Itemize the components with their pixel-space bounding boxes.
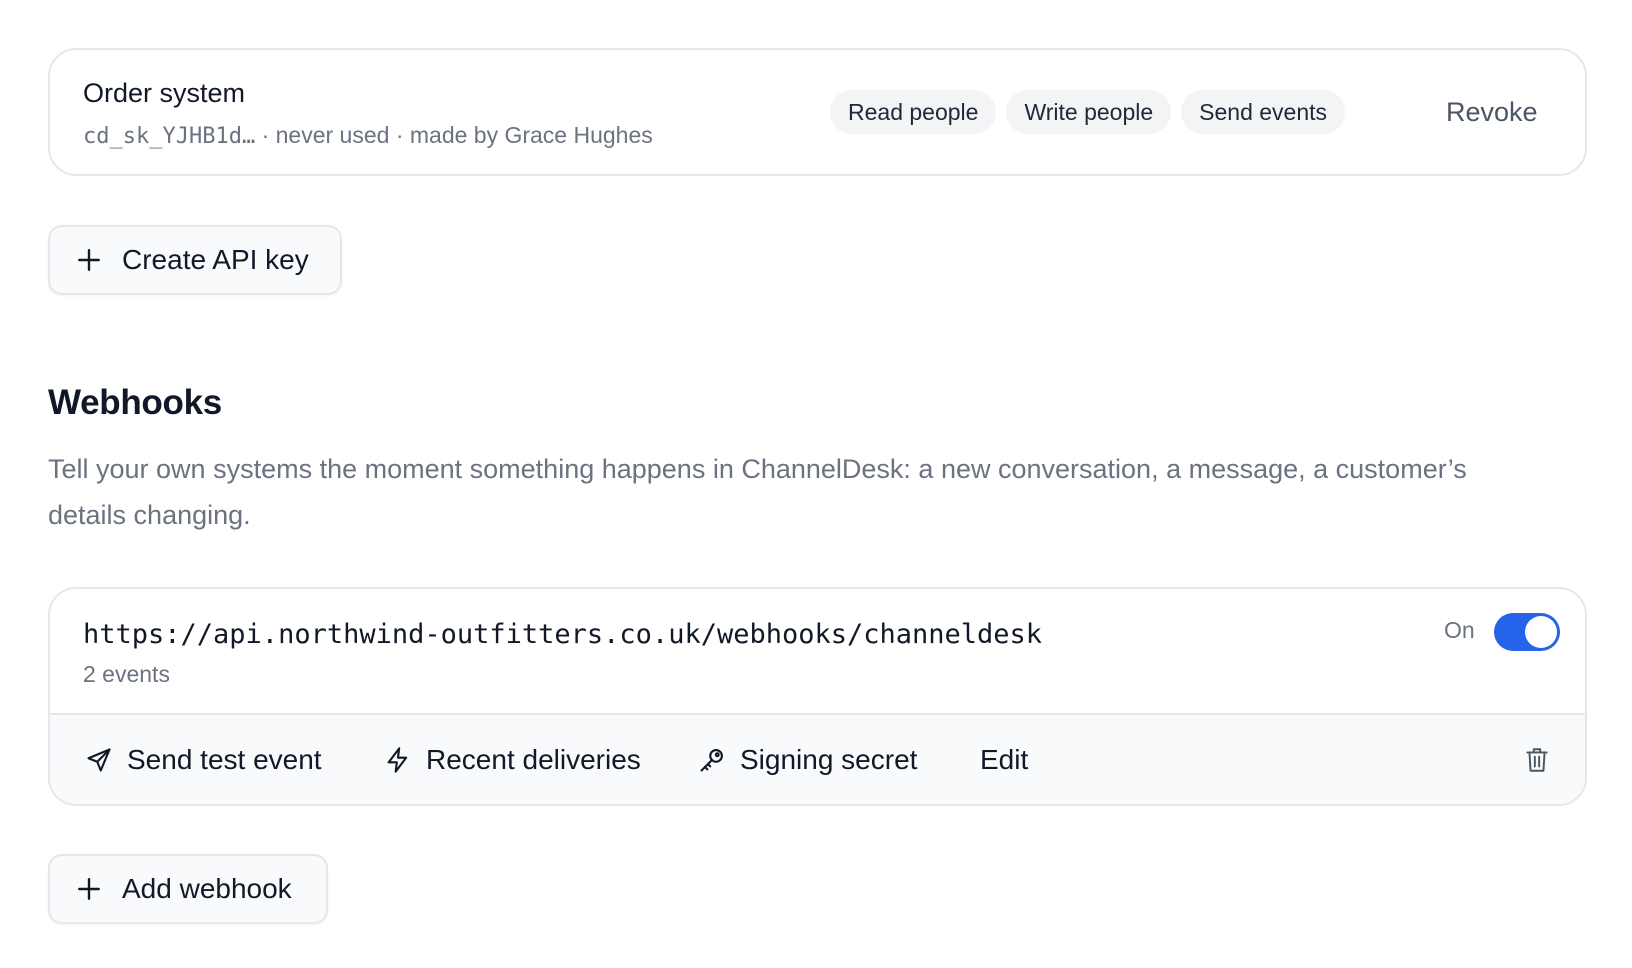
send-test-event-button[interactable]: Send test event — [85, 715, 322, 804]
signing-secret-button[interactable]: Signing secret — [698, 715, 918, 804]
api-key-name: Order system — [83, 78, 246, 108]
api-key-meta: cd_sk_YJHB1d… · never used · made by Gra… — [83, 122, 653, 149]
send-test-event-label: Send test event — [127, 744, 322, 775]
scope-chip-send-events: Send events — [1181, 90, 1346, 134]
edit-webhook-button[interactable]: Edit — [980, 715, 1029, 804]
key-icon — [700, 749, 723, 772]
create-api-key-label: Create API key — [122, 244, 309, 275]
send-icon — [87, 748, 111, 772]
api-key-scopes: Read people Write people Send events — [830, 90, 1346, 134]
api-key-usage: · never used · made by Grace Hughes — [255, 122, 653, 148]
webhook-url: https://api.northwind-outfitters.co.uk/w… — [83, 619, 1043, 650]
recent-deliveries-label: Recent deliveries — [426, 744, 641, 775]
add-webhook-label: Add webhook — [122, 873, 292, 904]
scope-chip-read-people: Read people — [830, 90, 997, 134]
plus-icon — [78, 249, 100, 271]
webhook-enabled-toggle[interactable] — [1494, 613, 1560, 651]
webhook-event-count: 2 events — [83, 661, 170, 687]
add-webhook-button[interactable]: Add webhook — [48, 854, 328, 924]
api-key-card: Order system cd_sk_YJHB1d… · never used … — [48, 48, 1587, 176]
toggle-knob — [1525, 616, 1557, 648]
recent-deliveries-button[interactable]: Recent deliveries — [384, 715, 641, 804]
webhooks-description: Tell your own systems the moment somethi… — [48, 454, 1467, 530]
zap-icon — [387, 747, 408, 773]
signing-secret-label: Signing secret — [740, 744, 918, 775]
webhook-card: https://api.northwind-outfitters.co.uk/w… — [48, 587, 1587, 806]
edit-webhook-label: Edit — [980, 744, 1029, 775]
trash-icon — [1526, 748, 1548, 772]
webhook-toggle-label: On — [1444, 617, 1475, 643]
scope-chip-write-people: Write people — [1006, 90, 1172, 134]
webhooks-title: Webhooks — [48, 383, 222, 422]
api-key-prefix: cd_sk_YJHB1d… — [83, 124, 256, 149]
webhook-actions-bar: Send test event Recent deliveries Signin… — [50, 713, 1585, 804]
revoke-button[interactable]: Revoke — [1434, 88, 1550, 136]
delete-webhook-button[interactable] — [1524, 715, 1550, 804]
plus-icon — [78, 878, 100, 900]
create-api-key-button[interactable]: Create API key — [48, 225, 342, 295]
